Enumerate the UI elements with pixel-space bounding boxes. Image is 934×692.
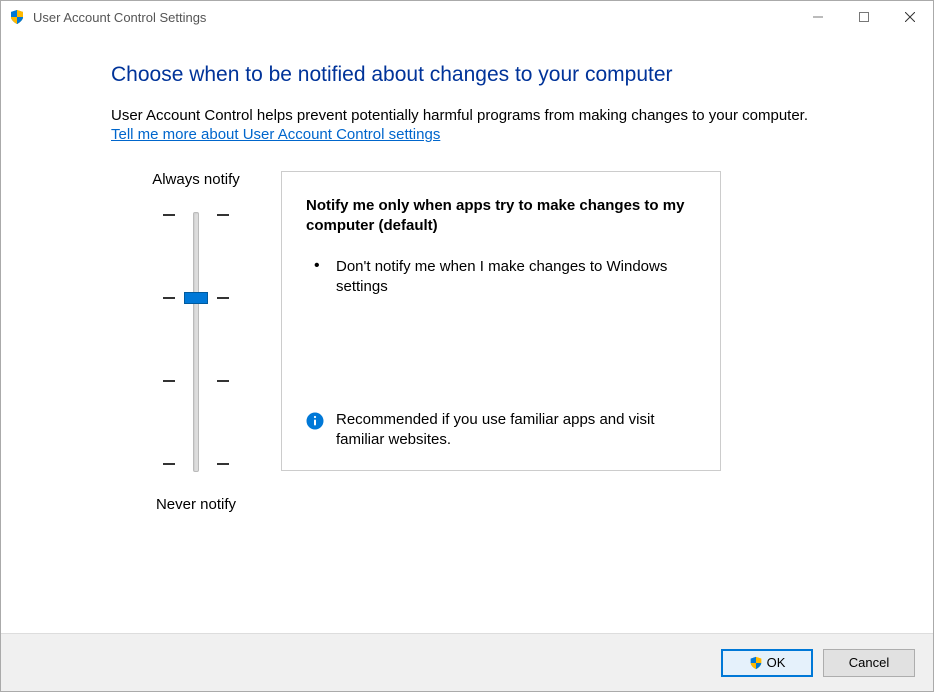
dialog-footer: OK Cancel [1, 633, 933, 691]
page-heading: Choose when to be notified about changes… [111, 63, 873, 87]
info-footer-text: Recommended if you use familiar apps and… [336, 410, 690, 451]
cancel-button[interactable]: Cancel [823, 649, 915, 677]
slider-column: Always notify Never notify [111, 171, 281, 513]
help-link[interactable]: Tell me more about User Account Control … [111, 126, 440, 143]
shield-icon [749, 656, 763, 670]
info-icon [306, 412, 324, 430]
title-bar: User Account Control Settings [1, 1, 933, 33]
ok-button[interactable]: OK [721, 649, 813, 677]
slider-tick [217, 380, 229, 382]
shield-icon [9, 9, 25, 25]
content-area: Choose when to be notified about changes… [1, 33, 933, 633]
window-title: User Account Control Settings [33, 10, 206, 25]
notification-slider[interactable] [193, 202, 199, 482]
slider-tick [163, 463, 175, 465]
info-footer: Recommended if you use familiar apps and… [306, 400, 690, 451]
slider-tick [163, 380, 175, 382]
slider-thumb[interactable] [184, 292, 208, 304]
info-panel: Notify me only when apps try to make cha… [281, 171, 721, 471]
slider-tick [217, 463, 229, 465]
minimize-button[interactable] [795, 1, 841, 33]
page-subtext: User Account Control helps prevent poten… [111, 107, 873, 124]
slider-tick [217, 297, 229, 299]
info-bullet: Don't notify me when I make changes to W… [306, 257, 690, 298]
ok-button-label: OK [767, 655, 786, 670]
info-title: Notify me only when apps try to make cha… [306, 196, 690, 237]
slider-tick [163, 214, 175, 216]
slider-tick [217, 214, 229, 216]
slider-top-label: Always notify [152, 171, 240, 188]
close-button[interactable] [887, 1, 933, 33]
slider-bottom-label: Never notify [156, 496, 236, 513]
info-bullet-list: Don't notify me when I make changes to W… [306, 257, 690, 298]
slider-area: Always notify Never notify Notify me onl… [111, 171, 873, 513]
cancel-button-label: Cancel [849, 655, 889, 670]
uac-window: User Account Control Settings Choose whe… [0, 0, 934, 692]
slider-tick [163, 297, 175, 299]
slider-track [193, 212, 199, 472]
maximize-button[interactable] [841, 1, 887, 33]
